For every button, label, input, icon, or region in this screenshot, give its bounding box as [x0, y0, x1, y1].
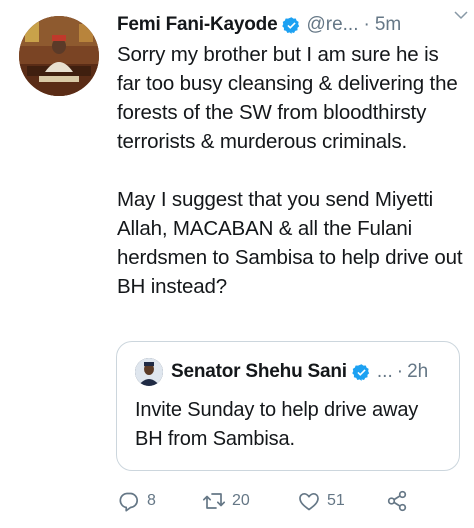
like-count: 51 [327, 492, 345, 509]
heart-icon [299, 492, 319, 511]
quoted-author-avatar [135, 358, 163, 386]
tweet-text: Sorry my brother but I am sure he is far… [117, 40, 467, 301]
quoted-author-handle: ... [376, 361, 393, 382]
like-button[interactable]: 51 [297, 487, 345, 515]
avatar-photo [135, 358, 163, 386]
retweet-button[interactable]: 20 [202, 487, 250, 515]
author-handle[interactable]: @re... [306, 14, 358, 36]
chevron-down-icon[interactable] [452, 6, 470, 24]
share-icon [387, 490, 407, 512]
quoted-timestamp: 2h [407, 361, 429, 382]
quoted-tweet-text: Invite Sunday to help drive away BH from… [135, 399, 419, 450]
verified-badge-icon [282, 16, 300, 34]
quoted-author-name: Senator Shehu Sani [171, 361, 347, 382]
reply-icon [119, 492, 139, 512]
retweet-icon [202, 493, 226, 509]
author-avatar[interactable] [19, 16, 99, 96]
tweet-header: Femi Fani-Kayode @re... · 5m [117, 10, 462, 40]
avatar-photo [19, 16, 99, 96]
verified-badge-icon [352, 363, 370, 381]
tweet-paragraph: May I suggest that you send Miyetti Alla… [117, 188, 463, 298]
separator-dot: · [396, 361, 404, 382]
share-button[interactable] [385, 487, 415, 515]
author-name[interactable]: Femi Fani-Kayode [117, 14, 278, 36]
timestamp[interactable]: 5m [375, 14, 401, 36]
reply-button[interactable]: 8 [117, 487, 156, 515]
reply-count: 8 [147, 492, 156, 509]
tweet[interactable]: Femi Fani-Kayode @re... · 5m Sorry my br… [0, 0, 474, 528]
tweet-actions: 8 20 51 [117, 487, 462, 515]
quoted-tweet-header: Senator Shehu Sani ... · 2h [135, 358, 447, 386]
tweet-paragraph: Sorry my brother but I am sure he is far… [117, 43, 458, 153]
quoted-tweet[interactable]: Senator Shehu Sani ... · 2h Invite Sunda… [116, 341, 460, 471]
separator-dot: · [363, 14, 370, 35]
retweet-count: 20 [232, 492, 250, 509]
